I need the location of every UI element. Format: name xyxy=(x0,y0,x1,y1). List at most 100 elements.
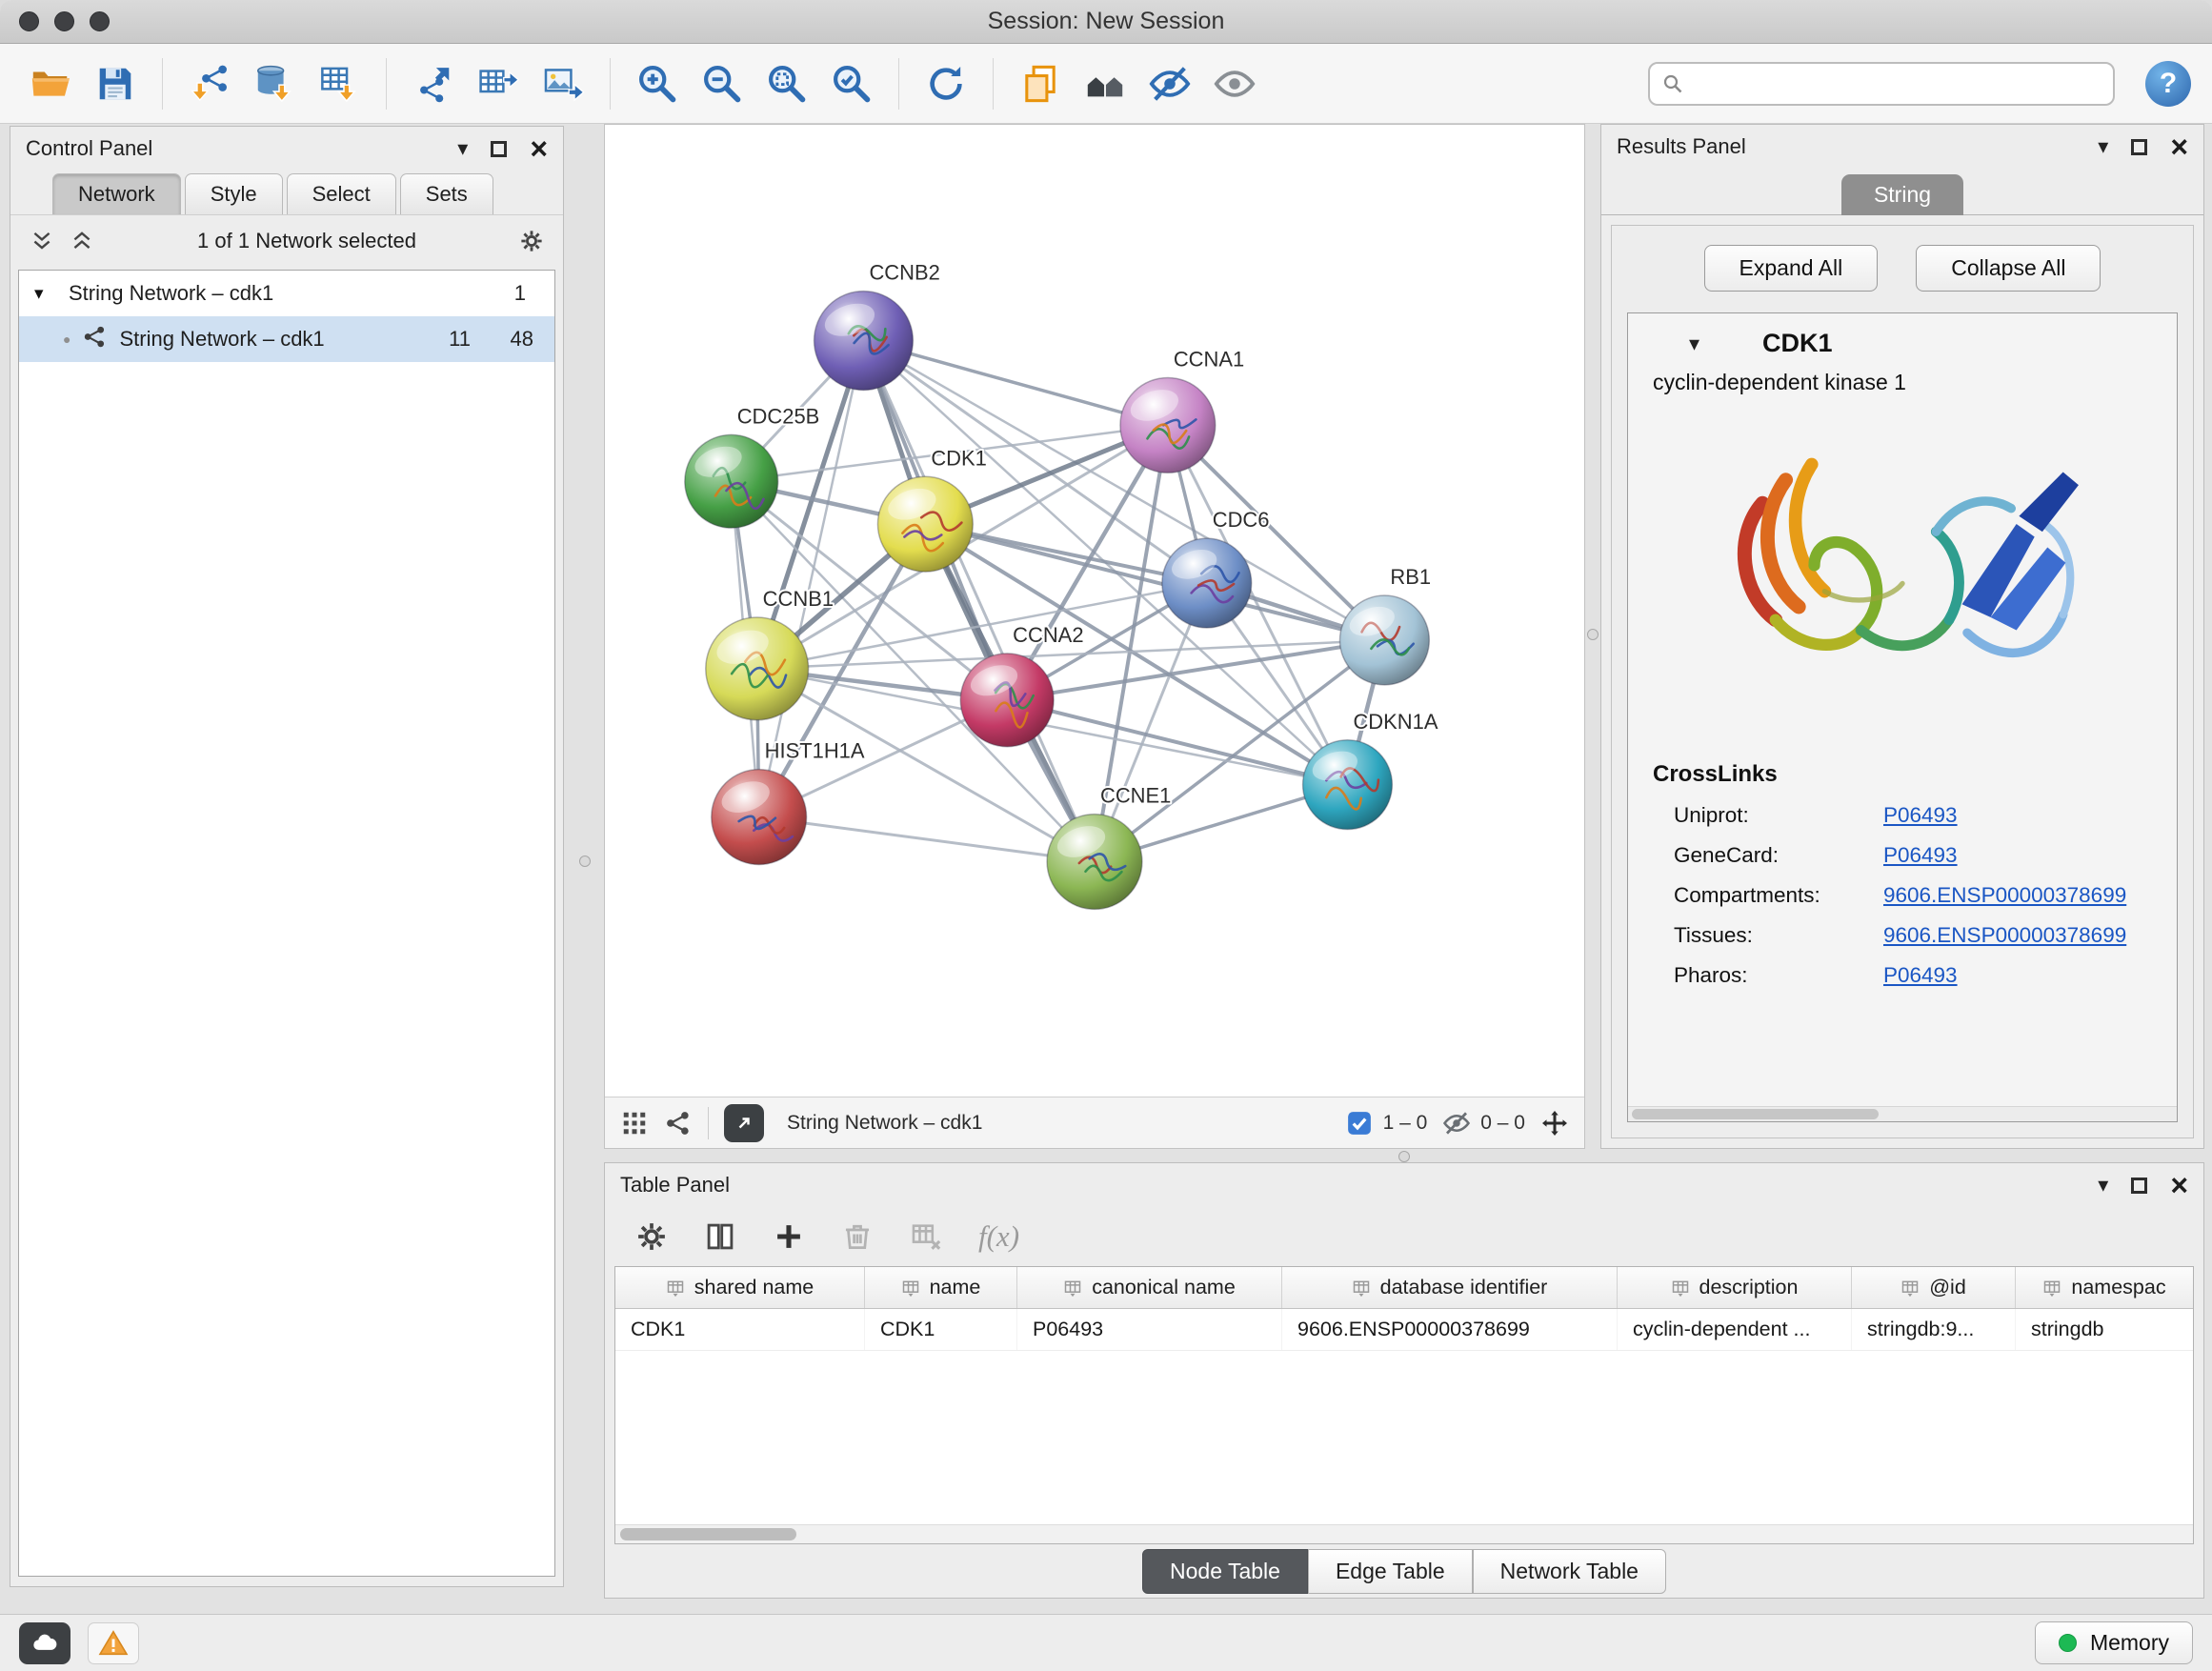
network-edge-HIST1H1A-CCNE1[interactable] xyxy=(759,817,1095,862)
selected-checkbox-icon[interactable] xyxy=(1345,1109,1374,1137)
tab-sets[interactable]: Sets xyxy=(400,173,493,214)
search-box[interactable] xyxy=(1648,62,2115,106)
splitter-handle[interactable] xyxy=(1587,629,1599,640)
protein-card-header[interactable]: ▾ CDK1 xyxy=(1628,313,2177,366)
save-session-button[interactable] xyxy=(86,54,145,113)
expand-all-tree-icon[interactable] xyxy=(70,229,94,253)
show-all-button[interactable] xyxy=(1205,54,1264,113)
tab-string[interactable]: String xyxy=(1841,174,1963,215)
table-cell[interactable]: stringdb xyxy=(2016,1309,2193,1350)
hidden-eye-slash-icon[interactable] xyxy=(1442,1109,1471,1137)
network-row[interactable]: ● String Network – cdk1 11 48 xyxy=(19,316,554,362)
splitter-handle[interactable] xyxy=(1398,1151,1410,1162)
export-table-button[interactable] xyxy=(469,54,528,113)
birdseye-icon[interactable] xyxy=(664,1109,693,1137)
zoom-out-button[interactable] xyxy=(693,54,752,113)
column-header[interactable]: canonical name xyxy=(1017,1267,1282,1308)
zoom-in-button[interactable] xyxy=(628,54,687,113)
close-window-button[interactable] xyxy=(19,11,39,31)
delete-table-icon[interactable] xyxy=(910,1220,942,1253)
crosslink-link[interactable]: P06493 xyxy=(1883,803,1958,828)
protein-collapse-icon[interactable]: ▾ xyxy=(1689,333,1699,354)
network-node-HIST1H1A[interactable]: HIST1H1A xyxy=(712,739,865,865)
scrollbar-thumb[interactable] xyxy=(1632,1109,1879,1119)
tree-expander-icon[interactable]: ▾ xyxy=(34,283,57,305)
export-image-button[interactable] xyxy=(533,54,593,113)
results-horizontal-scrollbar[interactable] xyxy=(1628,1106,2177,1121)
delete-column-trash-icon[interactable] xyxy=(841,1220,874,1253)
panel-close-icon[interactable]: × xyxy=(2170,131,2188,162)
pan-move-icon[interactable] xyxy=(1540,1109,1569,1137)
column-header[interactable]: description xyxy=(1618,1267,1852,1308)
network-graph[interactable]: CCNB2CCNA1CDC25BCDK1CDC6RB1CCNB1CCNA2CDK… xyxy=(605,125,1584,1097)
table-cell[interactable]: cyclin-dependent ... xyxy=(1618,1309,1852,1350)
table-cell[interactable]: stringdb:9... xyxy=(1852,1309,2016,1350)
splitter-handle[interactable] xyxy=(579,856,591,867)
minimize-window-button[interactable] xyxy=(54,11,74,31)
hide-selection-button[interactable] xyxy=(1140,54,1199,113)
expand-all-button[interactable]: Expand All xyxy=(1704,245,1879,292)
refresh-network-button[interactable] xyxy=(916,54,975,113)
help-button[interactable]: ? xyxy=(2145,61,2191,107)
network-node-CCNA1[interactable]: CCNA1 xyxy=(1120,347,1244,473)
table-settings-gear-icon[interactable] xyxy=(635,1220,668,1253)
panel-float-icon[interactable] xyxy=(2131,1178,2147,1194)
column-header[interactable]: @id xyxy=(1852,1267,2016,1308)
scrollbar-thumb[interactable] xyxy=(620,1528,796,1540)
panel-float-icon[interactable] xyxy=(2131,139,2147,155)
function-builder-icon[interactable]: f(x) xyxy=(978,1219,1019,1254)
tab-network-table[interactable]: Network Table xyxy=(1473,1549,1666,1594)
network-node-RB1[interactable]: RB1 xyxy=(1339,565,1431,685)
panel-close-icon[interactable]: × xyxy=(530,133,548,164)
search-input[interactable] xyxy=(1694,72,2101,95)
table-horizontal-scrollbar[interactable] xyxy=(615,1524,2193,1543)
network-node-CDKN1A[interactable]: CDKN1A xyxy=(1303,710,1438,830)
import-network-from-database-button[interactable] xyxy=(245,54,304,113)
network-collection-row[interactable]: ▾ String Network – cdk1 1 xyxy=(19,271,554,316)
tab-select[interactable]: Select xyxy=(287,173,396,214)
tab-edge-table[interactable]: Edge Table xyxy=(1308,1549,1473,1594)
cloud-button[interactable] xyxy=(19,1622,70,1664)
gear-icon[interactable] xyxy=(519,229,544,253)
network-edge-CCNB2-CCNE1[interactable] xyxy=(863,341,1095,862)
table-cell[interactable]: P06493 xyxy=(1017,1309,1282,1350)
import-table-button[interactable] xyxy=(310,54,369,113)
table-cell[interactable]: CDK1 xyxy=(865,1309,1017,1350)
network-node-CDC25B[interactable]: CDC25B xyxy=(685,404,819,528)
collapse-all-button[interactable]: Collapse All xyxy=(1916,245,2101,292)
zoom-selected-button[interactable] xyxy=(822,54,881,113)
import-network-from-file-button[interactable] xyxy=(180,54,239,113)
copy-document-button[interactable] xyxy=(1011,54,1070,113)
show-columns-icon[interactable] xyxy=(704,1220,736,1253)
crosslink-link[interactable]: P06493 xyxy=(1883,963,1958,988)
column-header[interactable]: shared name xyxy=(615,1267,865,1308)
crosslink-link[interactable]: 9606.ENSP00000378699 xyxy=(1883,923,2126,948)
panel-close-icon[interactable]: × xyxy=(2170,1170,2188,1200)
network-node-CDC6[interactable]: CDC6 xyxy=(1162,508,1270,628)
panel-menu-icon[interactable]: ▾ xyxy=(457,138,468,159)
new-network-from-selection-button[interactable] xyxy=(404,54,463,113)
zoom-window-button[interactable] xyxy=(90,11,110,31)
table-cell[interactable]: CDK1 xyxy=(615,1309,865,1350)
tab-network[interactable]: Network xyxy=(52,173,181,214)
table-cell[interactable]: 9606.ENSP00000378699 xyxy=(1282,1309,1618,1350)
table-row[interactable]: CDK1 CDK1 P06493 9606.ENSP00000378699 cy… xyxy=(615,1309,2193,1351)
add-column-icon[interactable] xyxy=(773,1220,805,1253)
graphics-details-button[interactable] xyxy=(1076,54,1135,113)
grid-view-icon[interactable] xyxy=(620,1109,649,1137)
crosslink-link[interactable]: P06493 xyxy=(1883,843,1958,868)
collapse-all-tree-icon[interactable] xyxy=(30,229,54,253)
memory-button[interactable]: Memory xyxy=(2035,1621,2193,1664)
column-header[interactable]: name xyxy=(865,1267,1017,1308)
network-canvas[interactable]: CCNB2CCNA1CDC25BCDK1CDC6RB1CCNB1CCNA2CDK… xyxy=(605,125,1584,1097)
panel-menu-icon[interactable]: ▾ xyxy=(2098,136,2108,157)
zoom-fit-button[interactable] xyxy=(757,54,816,113)
column-header[interactable]: namespac xyxy=(2016,1267,2193,1308)
panel-menu-icon[interactable]: ▾ xyxy=(2098,1175,2108,1196)
crosslink-link[interactable]: 9606.ENSP00000378699 xyxy=(1883,883,2126,908)
tab-style[interactable]: Style xyxy=(185,173,283,214)
warnings-button[interactable] xyxy=(88,1622,139,1664)
open-in-window-button[interactable] xyxy=(724,1104,764,1142)
open-session-button[interactable] xyxy=(21,54,80,113)
panel-float-icon[interactable] xyxy=(491,141,507,157)
